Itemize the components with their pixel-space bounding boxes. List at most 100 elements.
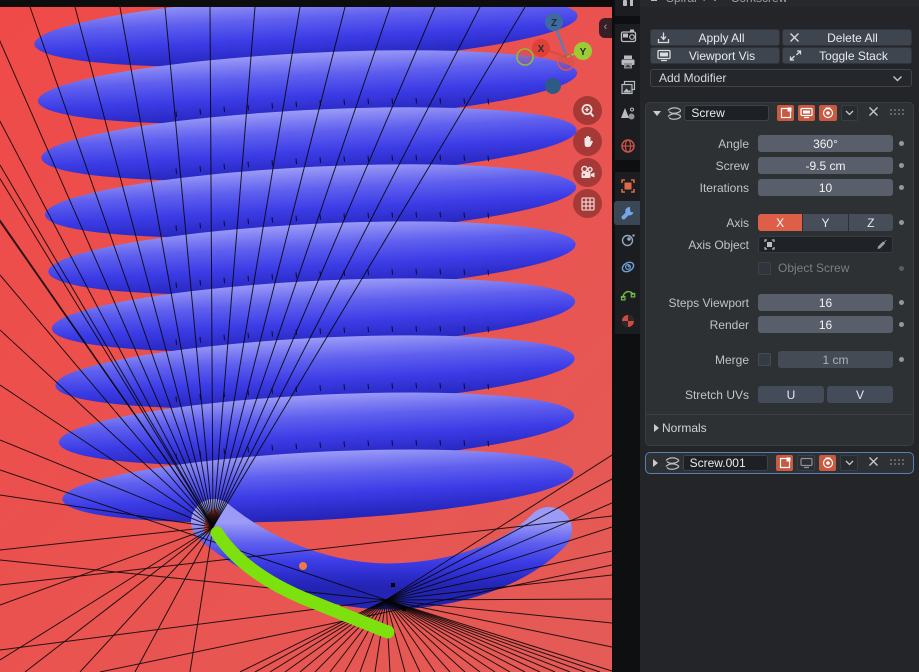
tab-modifiers[interactable] (614, 201, 641, 225)
drag-handle[interactable] (890, 109, 906, 117)
expand-triangle-icon[interactable] (653, 459, 658, 467)
keyframe-dot[interactable] (899, 220, 904, 225)
screw-modifier-icon (665, 456, 680, 470)
steps-viewport-slider[interactable]: 16 (758, 294, 893, 311)
keyframe-dot[interactable] (899, 300, 904, 305)
keyframe-dot[interactable] (899, 185, 904, 190)
merge-checkbox[interactable] (758, 353, 771, 366)
drag-handle[interactable] (890, 459, 906, 467)
chevron-down-icon (845, 110, 854, 116)
tab-object-data[interactable] (615, 282, 641, 306)
hand-icon (584, 135, 593, 147)
keyframe-dot[interactable] (899, 322, 904, 327)
iterations-slider[interactable]: 10 (758, 179, 893, 196)
sidebar-toggle-arrow[interactable]: ‹ (599, 18, 612, 38)
material-sphere-icon (622, 315, 634, 327)
gizmo-minus-x-ball[interactable] (557, 53, 575, 71)
render-steps-label: Render (709, 317, 749, 332)
pan-button[interactable] (573, 127, 602, 156)
viewport-display-toggle[interactable] (798, 105, 816, 121)
data-icon (714, 0, 716, 1)
tab-view-layer[interactable] (615, 76, 641, 100)
layers-icon (621, 80, 636, 95)
breadcrumb-data: Corkscrew (731, 0, 788, 5)
keyframe-dot[interactable] (899, 141, 904, 146)
3d-viewport[interactable]: Z X Y ‹ (0, 0, 612, 672)
delete-modifier-button[interactable] (868, 456, 879, 470)
axis-label: Axis (726, 215, 749, 230)
apply-all-button[interactable]: Apply All (650, 29, 780, 46)
axis-object-field[interactable] (758, 236, 893, 253)
gizmo-minus-y-ball[interactable] (516, 48, 534, 66)
tab-object[interactable] (615, 174, 641, 198)
modifier-name-input[interactable]: Screw.001 (682, 455, 769, 471)
add-modifier-label: Add Modifier (659, 71, 727, 85)
stretch-uv-buttons: U V (758, 386, 893, 403)
modifier-extras-dropdown[interactable] (840, 455, 859, 471)
axis-z-button[interactable]: Z (848, 214, 893, 231)
keyframe-dot[interactable] (899, 163, 904, 168)
edit-mode-toggle[interactable] (776, 455, 794, 471)
render-display-toggle[interactable] (819, 455, 837, 471)
toggle-stack-label: Toggle Stack (819, 48, 888, 63)
tab-output[interactable] (615, 50, 641, 74)
tab-render[interactable] (615, 24, 641, 48)
keyframe-dot[interactable] (899, 265, 904, 271)
properties-panel: Spiral › Corkscrew Apply All Delete All (640, 0, 919, 672)
viewport-vis-button[interactable]: Viewport Vis (650, 47, 780, 64)
render-steps-slider[interactable]: 16 (758, 316, 893, 333)
properties-tab-strip (612, 0, 641, 672)
navigation-gizmo[interactable]: Z X Y (514, 8, 600, 103)
tab-material[interactable] (615, 309, 641, 333)
screw-slider[interactable]: -9.5 cm (758, 157, 893, 174)
zoom-button[interactable] (573, 96, 602, 125)
tab-particles[interactable] (615, 228, 641, 252)
steps-viewport-label: Steps Viewport (668, 295, 750, 310)
object-screw-checkbox[interactable] (758, 261, 771, 275)
add-modifier-dropdown[interactable]: Add Modifier (650, 69, 912, 87)
tab-world[interactable] (615, 134, 641, 158)
delete-all-button[interactable]: Delete All (782, 29, 912, 46)
toggle-stack-button[interactable]: Toggle Stack (782, 47, 912, 64)
screw-modifier-header[interactable]: Screw (646, 103, 913, 123)
screw-modifier-icon (667, 106, 682, 120)
viewport-display-toggle[interactable] (797, 455, 816, 471)
merge-label: Merge (714, 352, 749, 367)
wrench-icon (621, 206, 634, 219)
object-screw-label: Object Screw (778, 261, 850, 275)
edit-mode-toggle[interactable] (777, 105, 795, 121)
render-icon (822, 107, 834, 119)
angle-slider[interactable]: 360° (758, 135, 893, 152)
screw001-modifier-panel: Screw.001 (645, 452, 914, 474)
keyframe-dot[interactable] (899, 357, 904, 362)
stretch-v-button[interactable]: V (827, 386, 893, 403)
tab-physics[interactable] (615, 255, 641, 279)
modifier-extras-dropdown[interactable] (840, 105, 858, 121)
modifier-name-input[interactable]: Screw (684, 105, 769, 121)
render-display-toggle[interactable] (819, 105, 837, 121)
object-square-icon (621, 179, 635, 193)
screw-modifier-panel: Screw Angle 360° Screw -9.5 cm Iteration… (645, 102, 914, 446)
stretch-u-button[interactable]: U (758, 386, 824, 403)
edit-mode-icon (780, 107, 792, 119)
screw001-modifier-header[interactable]: Screw.001 (646, 453, 913, 473)
collapse-triangle-icon[interactable] (653, 110, 661, 116)
camera-view-button[interactable] (573, 158, 602, 187)
stretch-uvs-label: Stretch UVs (684, 387, 749, 402)
delete-modifier-button[interactable] (868, 106, 879, 120)
perspective-toggle-button[interactable] (573, 189, 602, 218)
axis-x-button[interactable]: X (758, 214, 803, 231)
iterations-label: Iterations (699, 180, 749, 195)
axis-y-button[interactable]: Y (803, 214, 848, 231)
tab-scene[interactable] (615, 102, 641, 126)
tab-tool[interactable] (615, 0, 641, 10)
close-icon (869, 107, 878, 116)
normals-subpanel-header[interactable]: Normals (646, 414, 913, 435)
gizmo-minus-z-ball[interactable] (545, 78, 561, 94)
screw-label: Screw (715, 158, 749, 173)
render-camera-icon (620, 29, 636, 43)
eyedropper-icon[interactable] (875, 238, 888, 251)
apply-all-icon (657, 32, 670, 44)
merge-distance-field[interactable]: 1 cm (778, 351, 893, 368)
angle-label: Angle (718, 136, 749, 151)
